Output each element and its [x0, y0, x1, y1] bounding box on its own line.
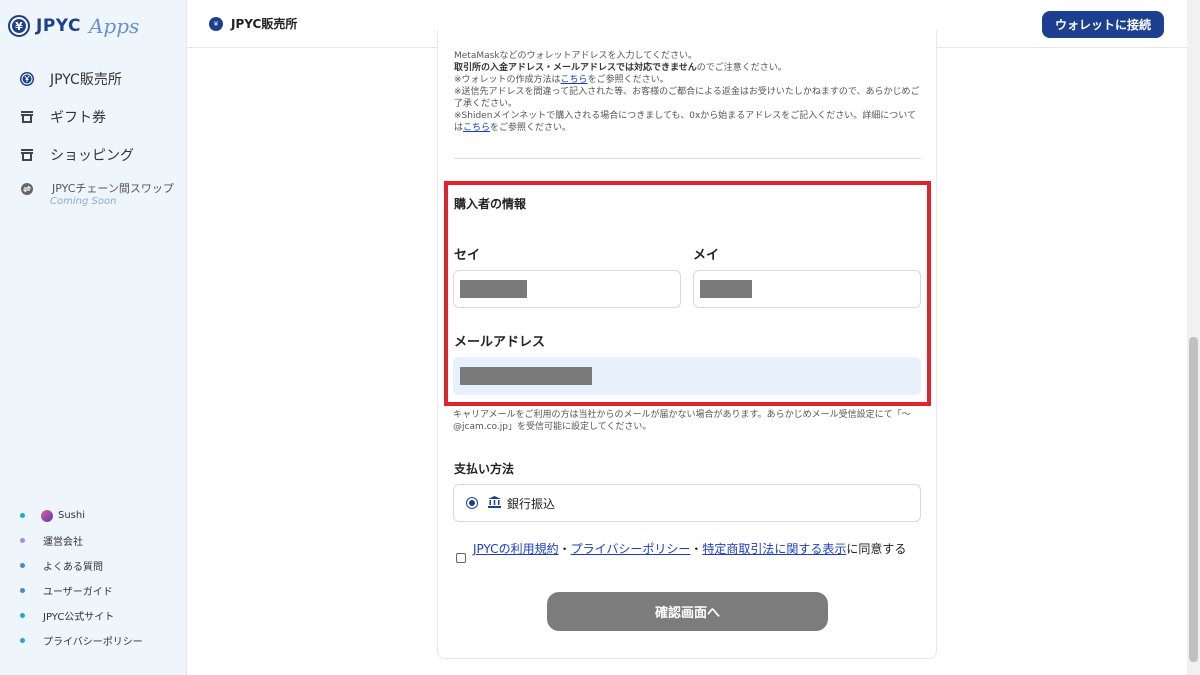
note-warning: 取引所の入金アドレス・メールアドレスでは対応できません — [454, 63, 697, 73]
sidebar-item-jpyc-shop[interactable]: JPYC販売所 — [0, 60, 186, 98]
email-label: メールアドレス — [454, 335, 546, 350]
sidebar-item-label: ギフト券 — [50, 110, 106, 126]
sei-input[interactable] — [453, 270, 681, 308]
privacy-policy-link[interactable]: プライバシーポリシー — [571, 542, 691, 556]
sidebar: ¥ JPYC Apps JPYC販売所 ギフト券 ショッピング JPYCチェーン… — [0, 0, 187, 675]
bullet-dot — [20, 613, 25, 618]
connect-wallet-button[interactable]: ウォレットに接続 — [1042, 11, 1164, 38]
redacted-value — [460, 280, 527, 298]
payment-option-bank-transfer[interactable]: 銀行振込 — [453, 484, 921, 522]
note-text: のでご注意ください。 — [696, 63, 787, 73]
jpyc-coin-icon: ¥ — [209, 16, 223, 31]
store-icon — [18, 146, 36, 164]
sidebar-link-sushi[interactable]: Sushi — [0, 503, 186, 528]
sidebar-link-label: よくある質問 — [43, 562, 103, 573]
divider — [454, 158, 921, 159]
terms-agreement: JPYCの利用規約・プライバシーポリシー・特定商取引法に関する表示に同意する — [456, 540, 926, 563]
sidebar-link-company[interactable]: 運営会社 — [0, 528, 186, 553]
jpyc-coin-icon — [18, 70, 36, 88]
payment-method-title: 支払い方法 — [454, 462, 515, 476]
sidebar-link-user-guide[interactable]: ユーザーガイド — [0, 578, 186, 603]
agree-suffix: に同意する — [846, 542, 907, 556]
sei-label: セイ — [454, 248, 481, 263]
sidebar-link-official-site[interactable]: JPYC公式サイト — [0, 603, 186, 628]
jpyc-logo-icon: ¥ — [8, 15, 30, 37]
note-line: ※送信先アドレスを間違って記入された等、お客様のご都合による返金はお受けいたしか… — [454, 87, 920, 109]
scrollbar[interactable] — [1187, 0, 1200, 675]
payment-radio[interactable] — [466, 497, 478, 509]
shiden-detail-link[interactable]: こちら — [463, 123, 490, 133]
note-line: ※ウォレットの作成方法はこちらをご参照ください。 — [454, 74, 924, 86]
email-input[interactable] — [453, 357, 921, 395]
sushi-icon — [41, 509, 53, 522]
sidebar-link-privacy[interactable]: プライバシーポリシー — [0, 628, 186, 653]
sidebar-nav: JPYC販売所 ギフト券 ショッピング JPYCチェーン間スワップ Coming… — [0, 60, 186, 218]
sidebar-link-label: 運営会社 — [43, 537, 83, 548]
sidebar-item-shopping[interactable]: ショッピング — [0, 136, 186, 174]
carrier-mail-note: キャリアメールをご利用の方は当社からのメールが届かない場合があります。あらかじめ… — [453, 410, 911, 432]
note-text: をご参照ください。 — [587, 75, 669, 85]
payment-option-label: 銀行振込 — [507, 496, 556, 511]
logo-text: JPYC — [36, 16, 81, 36]
note-text: をご参照ください。 — [490, 123, 572, 133]
store-icon — [18, 108, 36, 126]
sidebar-item-label: JPYC販売所 — [50, 72, 122, 88]
bullet-dot — [20, 588, 25, 593]
radio-selected-dot — [469, 500, 475, 506]
coming-soon-badge: Coming Soon — [50, 196, 117, 207]
app-logo[interactable]: ¥ JPYC Apps — [8, 12, 139, 40]
note-line: 取引所の入金アドレス・メールアドレスでは対応できませんのでご注意ください。 — [454, 62, 924, 74]
mei-label: メイ — [693, 248, 720, 263]
wallet-guide-link[interactable]: こちら — [561, 75, 588, 85]
sidebar-item-label: JPYCチェーン間スワップ — [52, 182, 174, 195]
sidebar-link-label: Sushi — [58, 510, 86, 521]
note-text: ※ウォレットの作成方法は — [454, 75, 561, 85]
note-line: ※Shidenメインネットで購入される場合につきましても、0xから始まるアドレス… — [454, 110, 924, 134]
note-line: MetaMaskなどのウォレットアドレスを入力してください。 — [454, 51, 697, 61]
redacted-value — [460, 367, 592, 385]
commercial-law-link[interactable]: 特定商取引法に関する表示 — [702, 542, 846, 556]
sidebar-links: Sushi 運営会社 よくある質問 ユーザーガイド JPYC公式サイト プライバ… — [0, 503, 186, 653]
terms-link[interactable]: JPYCの利用規約 — [473, 542, 559, 556]
agree-checkbox[interactable] — [456, 553, 466, 563]
sidebar-link-label: プライバシーポリシー — [43, 637, 143, 648]
redacted-value — [700, 280, 752, 298]
scrollbar-thumb[interactable] — [1189, 337, 1198, 662]
sidebar-link-faq[interactable]: よくある質問 — [0, 553, 186, 578]
bullet-dot — [20, 513, 25, 518]
separator: ・ — [690, 542, 703, 556]
bullet-dot — [20, 638, 25, 643]
bank-icon — [488, 495, 501, 511]
sidebar-item-chain-swap[interactable]: JPYCチェーン間スワップ Coming Soon — [0, 174, 186, 218]
sidebar-item-label: ショッピング — [50, 148, 134, 164]
bullet-dot — [20, 538, 25, 543]
confirm-button[interactable]: 確認画面へ — [547, 592, 828, 631]
buyer-info-title: 購入者の情報 — [454, 197, 527, 211]
agreement-text: JPYCの利用規約・プライバシーポリシー・特定商取引法に関する表示に同意する — [473, 540, 906, 563]
sidebar-link-label: JPYC公式サイト — [43, 612, 115, 623]
wallet-address-notes: MetaMaskなどのウォレットアドレスを入力してください。 取引所の入金アドレ… — [454, 50, 924, 134]
swap-icon — [18, 180, 36, 198]
separator: ・ — [558, 542, 571, 556]
bullet-dot — [20, 563, 25, 568]
page-title: ¥ JPYC販売所 — [209, 15, 297, 32]
mei-input[interactable] — [693, 270, 921, 308]
sidebar-item-gift[interactable]: ギフト券 — [0, 98, 186, 136]
logo-apps-text: Apps — [88, 14, 140, 38]
sidebar-link-label: ユーザーガイド — [43, 587, 113, 598]
page-title-text: JPYC販売所 — [231, 17, 298, 31]
